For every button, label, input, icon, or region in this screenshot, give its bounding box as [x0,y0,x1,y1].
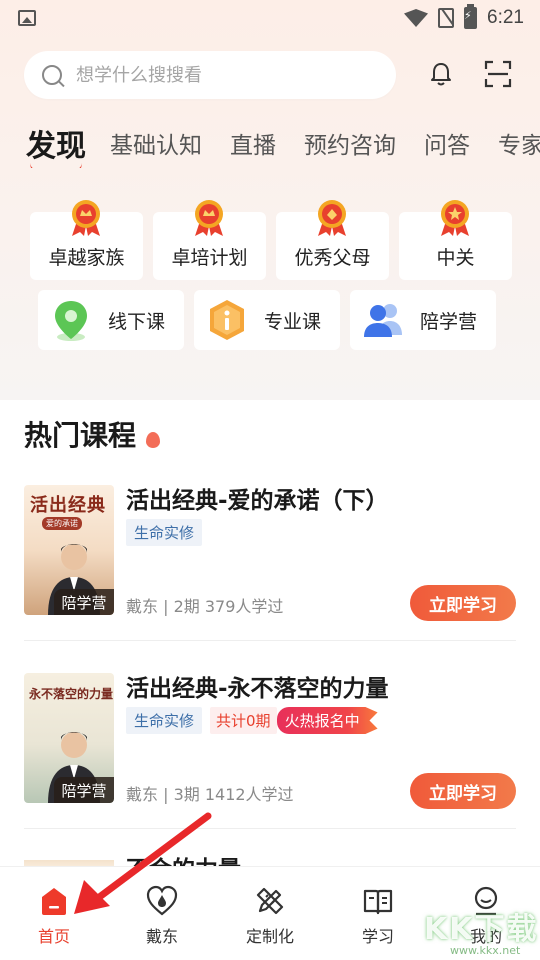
nav-item-daidong[interactable]: 戴东 [108,867,216,960]
course-tag: 生命实修 [126,707,203,734]
status-right: 6:21 [404,4,524,29]
honor-label: 卓越家族 [48,247,125,269]
nav-item-customize[interactable]: 定制化 [216,867,324,960]
nav-label: 定制化 [245,927,294,946]
tab-discover[interactable]: 发现 [26,121,86,165]
no-sim-icon [438,8,455,28]
honor-label: 中关 [436,247,475,269]
bell-icon[interactable] [430,62,452,86]
category-tabs: 发现 基础认知 直播 预约咨询 问答 专家 [26,118,540,168]
course-type-label: 线下课 [108,310,166,333]
tab-qa[interactable]: 问答 [424,126,470,160]
tab-consultation[interactable]: 预约咨询 [304,126,396,160]
episode-count-tag: 共计0期 [210,707,277,734]
course-cover[interactable]: 永不落空的力量 陪学营 [24,673,114,803]
nav-label: 我的 [469,927,502,946]
status-left [18,10,36,26]
course-type-row: 线下课 专业课 陪学营 [38,290,508,350]
honor-item-excellent-parents[interactable]: 优秀父母 [276,200,389,280]
medal-icon [441,200,469,236]
fire-icon [146,432,160,448]
bottom-nav: 首页 戴东 定制化 学习 我的 [0,866,540,960]
honor-label: 卓培计划 [171,247,248,269]
battery-charging-icon [464,4,478,29]
search-row [24,50,524,100]
tab-live[interactable]: 直播 [230,126,276,160]
status-bar: 6:21 [0,0,540,36]
medal-icon [72,200,100,236]
cover-title: 永不落空的力量 [29,687,114,701]
honor-item-zhongguan[interactable]: 中关 [399,200,512,280]
divider [24,640,516,641]
info-hexagon-icon [210,300,244,340]
course-tags: 生命实修 共计0期 火热报名中 [126,707,378,734]
hot-signup-tag: 火热报名中 [276,707,378,734]
course-meta: 戴东 | 2期 379人学过 [126,597,284,616]
search-box[interactable] [24,51,396,99]
honor-row: 卓越家族 卓培计划 优秀父母 中关 [30,200,512,280]
nav-item-home[interactable]: 首页 [0,867,108,960]
cover-badge: 陪学营 [54,777,114,803]
scan-icon[interactable] [484,60,512,88]
home-icon [42,888,66,915]
nav-label: 学习 [361,927,394,946]
course-type-companion-camp[interactable]: 陪学营 [350,290,496,350]
course-meta: 戴东 | 3期 1412人学过 [126,785,294,804]
cover-subtitle: 爱的承诺 [42,517,82,530]
study-now-button[interactable]: 立即学习 [410,773,516,809]
nav-label: 戴东 [145,927,178,946]
nav-label: 首页 [37,927,70,946]
divider [24,828,516,829]
course-type-label: 陪学营 [420,310,478,333]
honor-item-excellent-family[interactable]: 卓越家族 [30,200,143,280]
gallery-notification-icon [18,10,36,26]
course-tag: 生命实修 [126,519,203,546]
nav-item-study[interactable]: 学习 [324,867,432,960]
course-type-label: 专业课 [264,310,322,333]
cover-badge: 陪学营 [54,589,114,615]
search-icon [42,65,62,85]
pencil-ruler-icon [256,887,284,915]
location-pin-icon [55,301,87,341]
course-item[interactable]: 永不落空的力量 陪学营 活出经典-永不落空的力量 生命实修 共计0期 火热报名中… [24,673,516,809]
section-title-hot-courses: 热门课程 [24,419,137,452]
group-people-icon [364,304,402,337]
search-input[interactable] [76,64,356,86]
status-time: 6:21 [487,7,524,28]
heart-drop-icon [146,885,178,916]
honor-item-training-plan[interactable]: 卓培计划 [153,200,266,280]
honor-label: 优秀父母 [294,247,371,269]
course-title: 活出经典-永不落空的力量 [126,676,389,702]
course-type-professional[interactable]: 专业课 [194,290,340,350]
course-cover[interactable]: 活出经典 爱的承诺 陪学营 [24,485,114,615]
course-title: 活出经典-爱的承诺（下） [126,488,389,514]
profile-icon [474,886,498,916]
course-title: 不会的力量 [126,856,241,866]
course-type-offline[interactable]: 线下课 [38,290,184,350]
tab-experts[interactable]: 专家 [498,126,540,160]
tab-basic-cognition[interactable]: 基础认知 [110,126,202,160]
course-item[interactable]: 活出经典 爱的承诺 陪学营 活出经典-爱的承诺（下） 生命实修 戴东 | 2期 … [24,485,516,621]
medal-icon [318,200,346,236]
cover-title: 活出经典 [30,495,106,516]
medal-icon [195,200,223,236]
study-now-button[interactable]: 立即学习 [410,585,516,621]
course-tags: 生命实修 [126,519,203,546]
book-icon [363,889,393,915]
course-item-partial[interactable]: 不会的力量 [24,856,516,866]
nav-item-me[interactable]: 我的 [432,867,540,960]
wifi-icon [404,9,429,27]
